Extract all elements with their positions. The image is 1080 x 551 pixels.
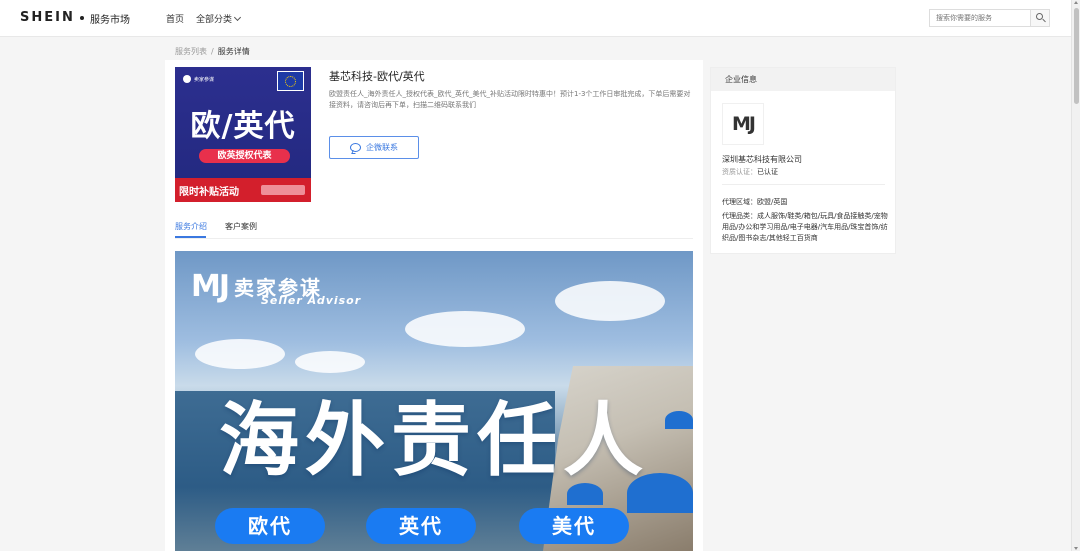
cloud-shape [295, 351, 365, 373]
seller-advisor-logo: MJ 卖家参谋 Seller Advisor [191, 269, 360, 307]
tab-service-intro[interactable]: 服务介绍 [175, 221, 207, 232]
company-certification: 资质认证：已认证 [722, 167, 778, 177]
search-button[interactable] [1030, 10, 1049, 26]
banner-pill-eu: 欧代 [215, 508, 325, 544]
page-scrollbar[interactable] [1071, 0, 1080, 551]
product-title: 基芯科技-欧代/英代 [329, 70, 425, 83]
breadcrumb-separator: / [211, 47, 214, 56]
banner-pill-uk: 英代 [366, 508, 476, 544]
product-image: 卖家参谋 欧/英代 欧英授权代表 限时补贴活动 [175, 67, 311, 202]
service-banner-image: MJ 卖家参谋 Seller Advisor 海外责任人 欧代 英代 美代 [175, 251, 693, 551]
product-image-promo-bar: 限时补贴活动 [175, 178, 311, 202]
nav-categories-dropdown[interactable]: 全部分类 [196, 12, 242, 25]
eu-flag-icon [277, 71, 304, 91]
tabs-divider [175, 238, 693, 239]
company-categories: 代理品类：成人服饰/鞋类/箱包/玩具/食品接触类/宠物用品/办公和学习用品/电子… [722, 212, 888, 242]
product-image-brand: 卖家参谋 [183, 75, 214, 83]
company-panel-divider [722, 184, 885, 185]
cert-value: 已认证 [757, 168, 778, 176]
cloud-shape [195, 339, 285, 369]
brand-circle-icon [183, 75, 191, 83]
scroll-thumb[interactable] [1074, 8, 1079, 104]
cloud-shape [405, 311, 525, 347]
company-panel-title: 企业信息 [711, 68, 895, 91]
nav-categories-label: 全部分类 [196, 15, 233, 25]
search-box [929, 9, 1050, 27]
mj-logo-mark: MJ [191, 269, 230, 304]
product-image-tag: 欧英授权代表 [199, 149, 290, 163]
banner-pill-us: 美代 [519, 508, 629, 544]
brand-logo[interactable]: SHEIN [20, 10, 75, 25]
nav-home-link[interactable]: 首页 [166, 12, 184, 25]
banner-headline: 海外责任人 [219, 394, 649, 487]
company-info-panel: 企业信息 MJ 深圳基芯科技有限公司 资质认证：已认证 代理区域：欧盟/英国 代… [710, 67, 896, 254]
brand-dot [80, 16, 84, 20]
breadcrumb-parent-link[interactable]: 服务列表 [175, 47, 207, 56]
scroll-down-arrow-icon[interactable] [1074, 547, 1078, 550]
tab-customer-cases[interactable]: 客户案例 [225, 221, 257, 232]
breadcrumb: 服务列表 / 服务详情 [175, 46, 250, 57]
brand-subtitle[interactable]: 服务市场 [90, 11, 130, 26]
contact-button-label: 企微联系 [366, 143, 398, 152]
company-name: 深圳基芯科技有限公司 [722, 155, 802, 164]
company-logo-text: MJ [732, 113, 756, 135]
contact-wecom-button[interactable]: 企微联系 [329, 136, 419, 159]
chat-bubble-icon [350, 143, 361, 152]
promo-redacted-block [261, 185, 305, 195]
company-region: 代理区域：欧盟/英国 [722, 198, 788, 206]
chevron-down-icon [233, 13, 242, 22]
banner-logo-en: Seller Advisor [261, 294, 362, 307]
cert-label: 资质认证： [722, 168, 757, 176]
scroll-up-arrow-icon[interactable] [1074, 1, 1078, 4]
product-image-promo: 限时补贴活动 [179, 187, 239, 198]
top-header: SHEIN 服务市场 首页 全部分类 [0, 0, 1071, 37]
search-input[interactable] [930, 10, 1031, 26]
breadcrumb-current: 服务详情 [217, 47, 250, 56]
cloud-shape [555, 281, 665, 321]
company-logo: MJ [722, 103, 764, 145]
product-description: 欧盟责任人_海外责任人_授权代表_欧代_英代_美代_补贴活动限时特惠中！预计1-… [329, 90, 691, 109]
active-tab-indicator [175, 236, 206, 238]
product-image-headline: 欧/英代 [190, 109, 296, 144]
